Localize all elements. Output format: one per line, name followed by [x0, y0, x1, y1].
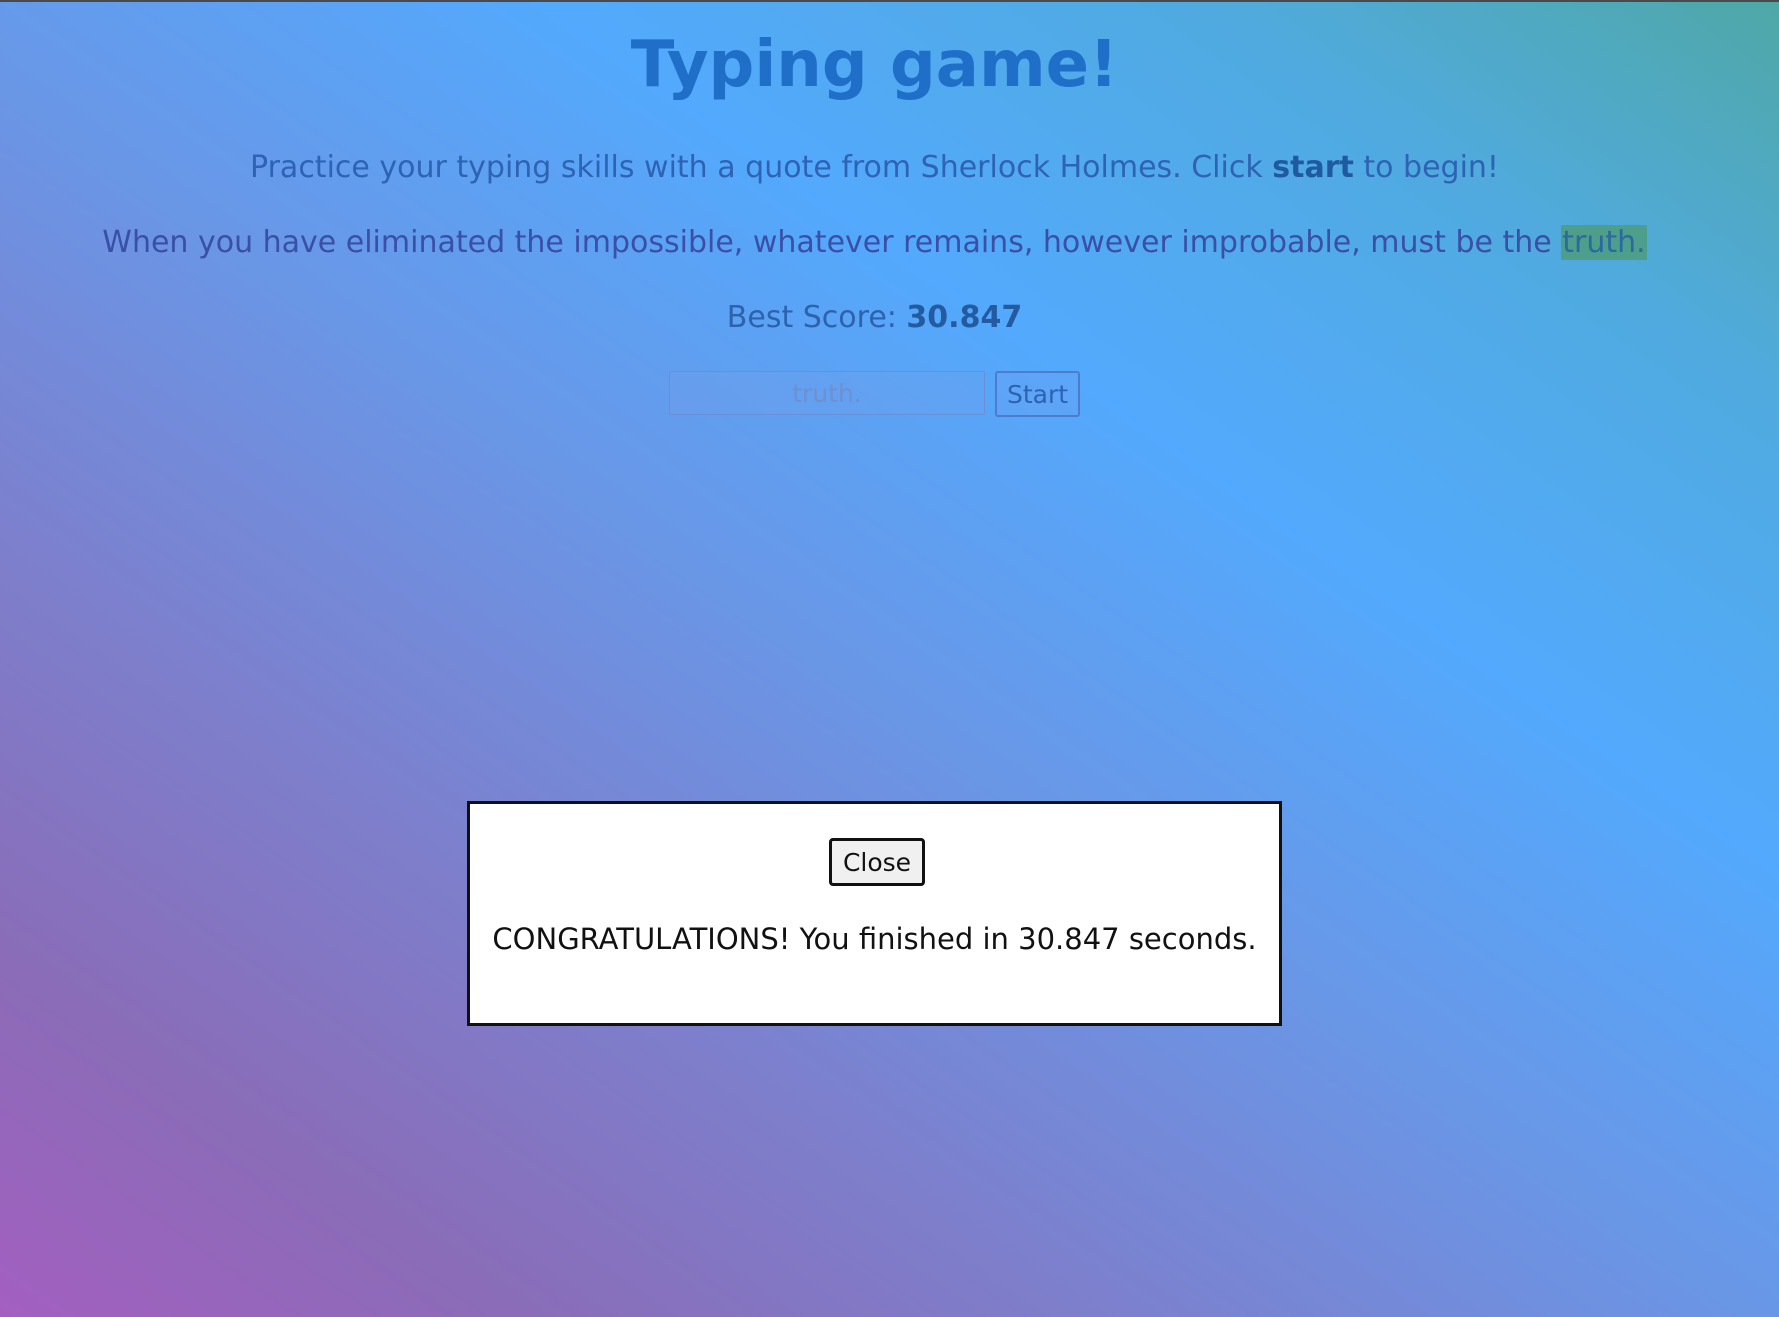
quote-text: When you have eliminated the impossible,…: [0, 225, 1749, 260]
game-page: Typing game! Practice your typing skills…: [0, 0, 1779, 1317]
best-score-label: Best Score:: [726, 300, 907, 335]
intro-text: Practice your typing skills with a quote…: [0, 150, 1749, 185]
intro-text-after: to begin!: [1353, 150, 1499, 185]
best-score: Best Score: 30.847: [0, 300, 1749, 335]
result-message: CONGRATULATIONS! You finished in 30.847 …: [492, 922, 1257, 956]
quote-current-word: truth.: [1561, 225, 1647, 260]
best-score-value: 30.847: [906, 300, 1023, 335]
start-button[interactable]: Start: [995, 371, 1080, 417]
close-button[interactable]: Close: [829, 838, 925, 886]
result-modal: Close CONGRATULATIONS! You finished in 3…: [467, 801, 1282, 1026]
intro-text-before: Practice your typing skills with a quote…: [250, 150, 1273, 185]
quote-typed-words: When you have eliminated the impossible,…: [102, 225, 1562, 260]
typing-input[interactable]: [669, 371, 985, 415]
page-title: Typing game!: [630, 28, 1119, 102]
intro-text-start-word: start: [1272, 150, 1354, 185]
